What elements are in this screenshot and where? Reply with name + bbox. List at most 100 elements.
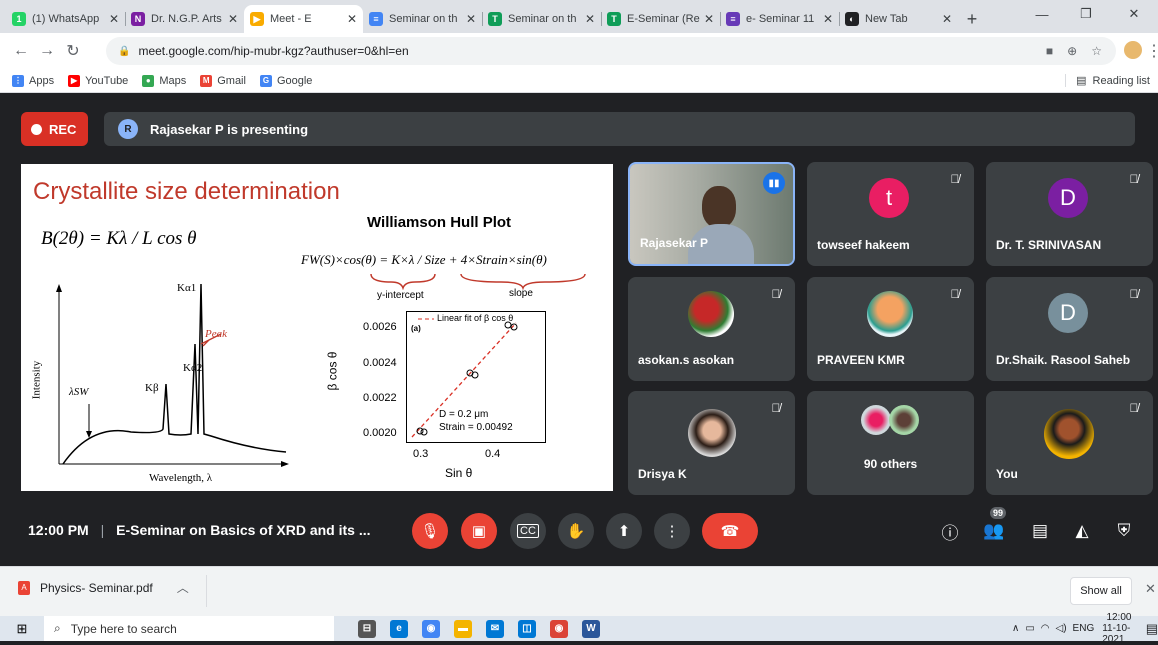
browser-tab[interactable]: ≡ e- Seminar 11 ✕ [720, 5, 839, 33]
chevron-up-icon[interactable]: ︿ [177, 579, 189, 596]
people-button[interactable]: 👥 99 [980, 507, 1008, 545]
tab-favicon-icon: ◐ [845, 12, 859, 26]
tab-close-icon[interactable]: ✕ [347, 12, 357, 26]
browser-tab[interactable]: ◐ New Tab ✕ [839, 5, 958, 33]
bookmark-item[interactable]: ⋮ Apps [12, 74, 55, 87]
reading-list-icon: ▤ [1076, 75, 1087, 87]
taskbar-search-box[interactable]: ⌕ Type here to search [44, 616, 334, 641]
camera-off-button[interactable]: ▣ [461, 513, 497, 549]
chrome-profile-icon[interactable]: ◉ [550, 619, 568, 638]
k-alpha2-label: Kα2 [183, 362, 203, 374]
show-all-button[interactable]: Show all [1070, 577, 1132, 605]
raise-hand-button[interactable]: ✋ [558, 513, 594, 549]
volume-icon[interactable]: ◁) [1056, 623, 1067, 634]
edge-icon[interactable]: e [390, 619, 408, 638]
reading-list-button[interactable]: ▤ Reading list [1065, 74, 1150, 87]
muted-mic-icon: 🎙̸ [771, 401, 781, 415]
download-item[interactable]: A Physics- Seminar.pdf ︿ [18, 579, 189, 596]
activities-button[interactable]: ◭ [1068, 517, 1096, 545]
meeting-info-button[interactable]: ⓘ [936, 517, 964, 545]
bookmark-label: Apps [29, 74, 55, 87]
close-window-button[interactable]: ✕ [1112, 0, 1156, 28]
tab-close-icon[interactable]: ✕ [228, 12, 238, 26]
minimize-button[interactable]: — [1020, 0, 1064, 28]
store-icon[interactable]: ◫ [518, 619, 536, 638]
maximize-button[interactable]: ❐ [1064, 0, 1108, 28]
bookmark-item[interactable]: ▶ YouTube [68, 74, 128, 87]
browser-tab[interactable]: T E-Seminar (Re ✕ [601, 5, 720, 33]
camera-icon[interactable]: ■ [1046, 44, 1053, 58]
tab-title: Meet - E [270, 13, 312, 25]
present-button[interactable]: ⬆ [606, 513, 642, 549]
tab-favicon-icon: ≡ [726, 12, 740, 26]
bookmark-item[interactable]: G Google [259, 74, 312, 87]
taskbar-clock[interactable]: 12:00 11-10-2021 [1102, 612, 1135, 645]
participant-tile[interactable]: Drisya K 🎙̸ [628, 391, 795, 495]
wifi-icon[interactable]: ◠ [1041, 623, 1050, 634]
tab-close-icon[interactable]: ✕ [704, 12, 714, 26]
word-icon[interactable]: W [582, 619, 600, 638]
reload-icon[interactable]: ↻ [60, 41, 86, 61]
tab-close-icon[interactable]: ✕ [942, 12, 952, 26]
people-icon: 👥 [983, 521, 1005, 540]
leave-call-button[interactable]: ☎ [702, 513, 758, 549]
wh-xtick: 0.4 [485, 448, 501, 460]
participant-tile[interactable]: D Dr.Shaik. Rasool Saheb 🎙̸ [986, 277, 1153, 381]
new-tab-button[interactable]: + [958, 5, 986, 33]
windows-start-icon[interactable]: ⊞ [0, 621, 44, 637]
task-view-icon[interactable]: ⊟ [358, 619, 376, 638]
participant-tile[interactable]: D Dr. T. SRINIVASAN 🎙̸ [986, 162, 1153, 266]
browser-tab[interactable]: N Dr. N.G.P. Arts ✕ [125, 5, 244, 33]
participant-tile[interactable]: t towseef hakeem 🎙̸ [807, 162, 974, 266]
tab-close-icon[interactable]: ✕ [109, 12, 119, 26]
participant-tile[interactable]: PRAVEEN KMR 🎙̸ [807, 277, 974, 381]
chrome-icon[interactable]: ◉ [422, 619, 440, 638]
tab-close-icon[interactable]: ✕ [823, 12, 833, 26]
more-vert-icon: ⋮ [664, 523, 680, 540]
bookmark-item[interactable]: M Gmail [200, 74, 246, 87]
participant-tile[interactable]: asokan.s asokan 🎙̸ [628, 277, 795, 381]
back-arrow-icon[interactable]: ← [8, 42, 34, 60]
meeting-clock-and-title: 12:00 PM | E-Seminar on Basics of XRD an… [28, 522, 371, 538]
bookmarks-bar: ⋮ Apps ▶ YouTube ● Maps M Gmail G Google ▤ Readin… [0, 69, 1158, 93]
participant-tile[interactable]: 90 others [807, 391, 974, 495]
wh-ytick: 0.0024 [363, 357, 397, 369]
mail-icon[interactable]: ✉ [486, 619, 504, 638]
chat-button[interactable]: ▤ [1026, 517, 1054, 545]
language-indicator[interactable]: ENG [1073, 623, 1095, 634]
bookmark-item[interactable]: ● Maps [142, 74, 186, 87]
host-controls-button[interactable]: ⛨ [1110, 517, 1138, 545]
participant-tile[interactable]: You 🎙̸ [986, 391, 1153, 495]
forward-arrow-icon[interactable]: → [34, 42, 60, 60]
more-options-button[interactable]: ⋮ [654, 513, 690, 549]
captions-button[interactable]: CC [510, 513, 546, 549]
tab-close-icon[interactable]: ✕ [585, 12, 595, 26]
browser-tab[interactable]: 1 (1) WhatsApp ✕ [6, 5, 125, 33]
tab-close-icon[interactable]: ✕ [466, 12, 476, 26]
equation-braces [370, 273, 586, 290]
menu-icon[interactable]: ⋮ [1146, 41, 1158, 61]
url-field[interactable]: 🔒 meet.google.com/hip-mubr-kgz?authuser=… [106, 37, 1116, 65]
close-download-bar-icon[interactable]: ✕ [1145, 581, 1156, 597]
people-count-badge: 99 [990, 507, 1007, 519]
clock-time: 12:00 PM [28, 522, 89, 538]
tray-chevron-icon[interactable]: ∧ [1012, 623, 1019, 634]
tab-favicon-icon: ≡ [369, 12, 383, 26]
profile-avatar[interactable] [1124, 41, 1142, 59]
zoom-icon[interactable]: ⊕ [1067, 44, 1077, 58]
browser-tab[interactable]: T Seminar on th ✕ [482, 5, 601, 33]
mic-off-button[interactable]: 🎙 [412, 513, 448, 549]
shield-icon: ⛨ [1117, 521, 1131, 540]
plot-title: Williamson Hull Plot [367, 214, 512, 231]
rec-label: REC [49, 121, 77, 137]
file-explorer-icon[interactable]: ▬ [454, 619, 472, 638]
browser-tab[interactable]: ≡ Seminar on th ✕ [363, 5, 482, 33]
participant-tile[interactable]: ▮▮ Rajasekar P [628, 162, 795, 266]
browser-tab[interactable]: ▶ Meet - E ✕ [244, 5, 363, 33]
star-icon[interactable]: ☆ [1091, 44, 1102, 58]
tab-favicon-icon: T [488, 12, 502, 26]
slope-label: slope [509, 288, 533, 299]
battery-icon[interactable]: ▭ [1025, 623, 1034, 634]
notification-icon[interactable]: ▤ [1146, 621, 1158, 637]
lambda-sw-label: λSW [69, 386, 89, 398]
